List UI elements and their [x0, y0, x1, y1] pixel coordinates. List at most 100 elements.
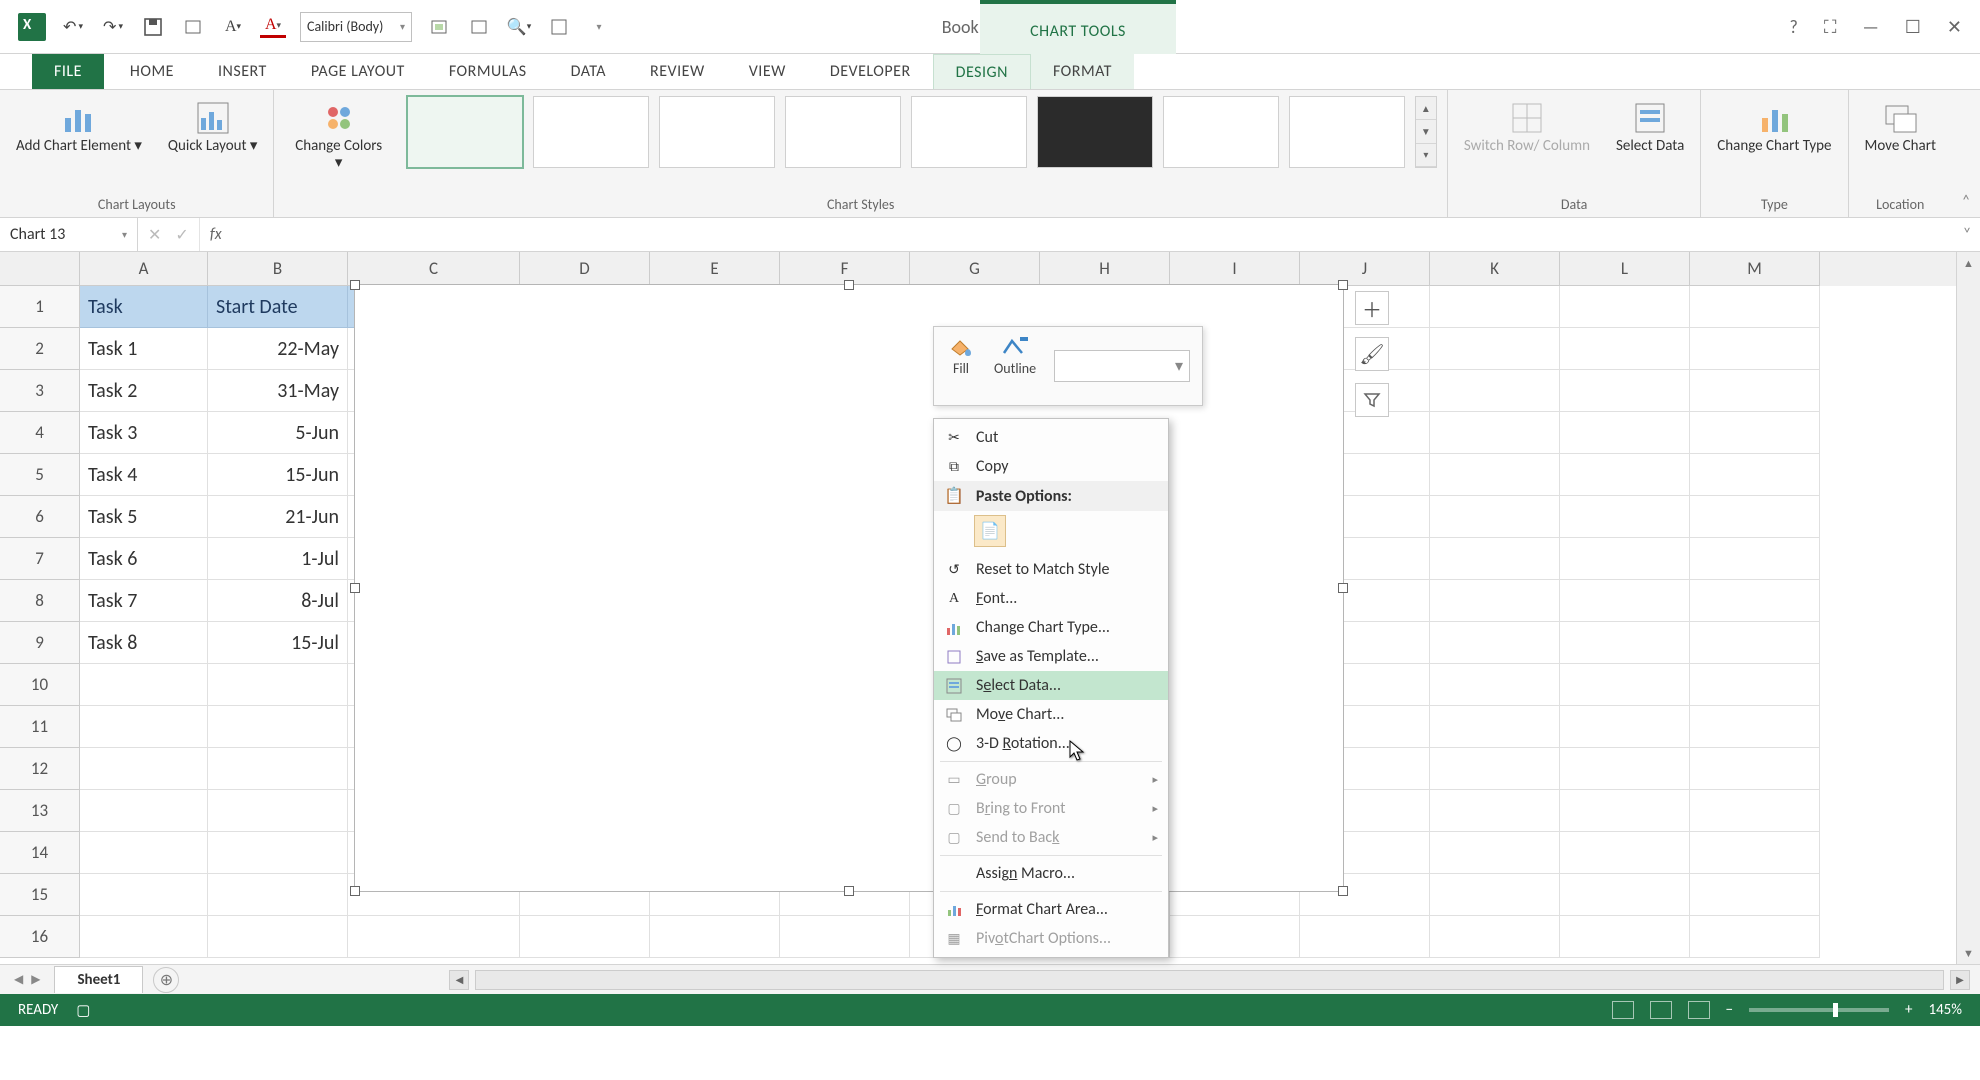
cell[interactable] — [80, 832, 208, 874]
zoom-out-button[interactable]: − — [1726, 1001, 1733, 1019]
row-header[interactable]: 3 — [0, 370, 80, 412]
cell[interactable] — [1430, 286, 1560, 328]
qat-btn-1[interactable] — [180, 14, 206, 40]
tab-view[interactable]: VIEW — [727, 54, 808, 89]
row-header[interactable]: 2 — [0, 328, 80, 370]
cell[interactable] — [1430, 370, 1560, 412]
ctx-reset-style[interactable]: ↺Reset to Match Style — [934, 555, 1168, 584]
cell[interactable] — [520, 916, 650, 958]
add-chart-element-button[interactable]: Add Chart Element ▾ — [10, 96, 148, 159]
cell[interactable]: 22-May — [208, 328, 348, 370]
ctx-format-chart-area[interactable]: Format Chart Area... — [934, 895, 1168, 924]
cell[interactable] — [80, 706, 208, 748]
chart-style-1[interactable] — [407, 96, 523, 168]
cell[interactable] — [1430, 412, 1560, 454]
zoom-qat-button[interactable]: 🔍▾ — [506, 14, 532, 40]
cell[interactable] — [208, 832, 348, 874]
vertical-scrollbar[interactable]: ▲ ▼ — [1956, 252, 1980, 964]
cell[interactable] — [1430, 454, 1560, 496]
ctx-cut[interactable]: ✂Cut — [934, 423, 1168, 452]
ctx-font[interactable]: AFont... — [934, 584, 1168, 613]
cell[interactable] — [1430, 622, 1560, 664]
cell[interactable]: 5-Jun — [208, 412, 348, 454]
resize-handle[interactable] — [350, 886, 360, 896]
resize-handle[interactable] — [1338, 583, 1348, 593]
zoom-in-button[interactable]: + — [1905, 1001, 1912, 1019]
ribbon-display-button[interactable]: ⛶ — [1824, 16, 1837, 38]
cell[interactable] — [1690, 286, 1820, 328]
cell[interactable] — [1560, 832, 1690, 874]
column-header[interactable]: E — [650, 252, 780, 286]
name-box[interactable]: Chart 13▾ — [0, 218, 138, 251]
cell[interactable] — [1690, 916, 1820, 958]
column-header[interactable]: A — [80, 252, 208, 286]
resize-handle[interactable] — [350, 583, 360, 593]
cell[interactable] — [1560, 790, 1690, 832]
cell[interactable] — [1430, 664, 1560, 706]
hscroll-right[interactable]: ▶ — [1950, 970, 1970, 990]
cell[interactable] — [1560, 454, 1690, 496]
cell[interactable] — [80, 748, 208, 790]
cell[interactable] — [1560, 916, 1690, 958]
row-header[interactable]: 7 — [0, 538, 80, 580]
column-header[interactable]: K — [1430, 252, 1560, 286]
ctx-move-chart[interactable]: Move Chart... — [934, 700, 1168, 729]
qat-btn-2[interactable] — [426, 14, 452, 40]
resize-handle[interactable] — [844, 886, 854, 896]
mini-style-combo[interactable]: ▾ — [1054, 350, 1190, 382]
row-header[interactable]: 15 — [0, 874, 80, 916]
cell[interactable]: Task 6 — [80, 538, 208, 580]
cell[interactable]: Task 8 — [80, 622, 208, 664]
qat-btn-4[interactable] — [546, 14, 572, 40]
tab-format[interactable]: FORMAT — [1031, 54, 1134, 89]
minimize-button[interactable]: — — [1862, 16, 1878, 38]
tab-design[interactable]: DESIGN — [933, 54, 1031, 89]
cell[interactable] — [1430, 748, 1560, 790]
cell[interactable] — [1430, 580, 1560, 622]
sheet-tab-sheet1[interactable]: Sheet1 — [54, 966, 143, 993]
change-colors-button[interactable]: Change Colors ▾ — [284, 96, 392, 177]
chart-style-2[interactable] — [533, 96, 649, 168]
ctx-copy[interactable]: ⧉Copy — [934, 452, 1168, 481]
tab-review[interactable]: REVIEW — [628, 54, 727, 89]
help-button[interactable]: ? — [1790, 16, 1798, 38]
cell[interactable] — [1430, 916, 1560, 958]
cell[interactable] — [1430, 832, 1560, 874]
cell[interactable]: 21-Jun — [208, 496, 348, 538]
sheet-nav-prev[interactable]: ◀ — [14, 972, 23, 987]
cell[interactable] — [1690, 832, 1820, 874]
cell[interactable]: Task 1 — [80, 328, 208, 370]
cell[interactable]: Task 2 — [80, 370, 208, 412]
cell[interactable] — [1690, 496, 1820, 538]
chart-style-3[interactable] — [659, 96, 775, 168]
row-header[interactable]: 12 — [0, 748, 80, 790]
quick-layout-button[interactable]: Quick Layout ▾ — [162, 96, 264, 159]
cell[interactable] — [80, 664, 208, 706]
column-header[interactable]: B — [208, 252, 348, 286]
fill-button[interactable]: Fill — [946, 335, 976, 397]
cell[interactable] — [1690, 706, 1820, 748]
column-header[interactable]: H — [1040, 252, 1170, 286]
maximize-button[interactable]: ☐ — [1905, 16, 1921, 38]
view-normal-button[interactable] — [1612, 1001, 1634, 1019]
column-header[interactable]: L — [1560, 252, 1690, 286]
outline-button[interactable]: Outline — [994, 335, 1036, 397]
cell[interactable] — [208, 748, 348, 790]
chart-styles-scroll[interactable]: ▲▼▾ — [1415, 96, 1437, 168]
cell[interactable] — [1690, 370, 1820, 412]
row-header[interactable]: 8 — [0, 580, 80, 622]
cell[interactable] — [1560, 580, 1690, 622]
row-header[interactable]: 9 — [0, 622, 80, 664]
cell[interactable] — [1560, 664, 1690, 706]
qat-customize[interactable]: ▾ — [586, 14, 612, 40]
cancel-formula-icon[interactable]: ✕ — [148, 225, 161, 245]
row-header[interactable]: 11 — [0, 706, 80, 748]
tab-insert[interactable]: INSERT — [196, 54, 289, 89]
change-chart-type-button[interactable]: Change Chart Type — [1711, 96, 1837, 159]
cell[interactable] — [650, 916, 780, 958]
cell[interactable]: Task 5 — [80, 496, 208, 538]
cell[interactable] — [1690, 622, 1820, 664]
zoom-slider[interactable] — [1749, 1008, 1889, 1012]
qat-btn-3[interactable] — [466, 14, 492, 40]
view-page-break-button[interactable] — [1688, 1001, 1710, 1019]
